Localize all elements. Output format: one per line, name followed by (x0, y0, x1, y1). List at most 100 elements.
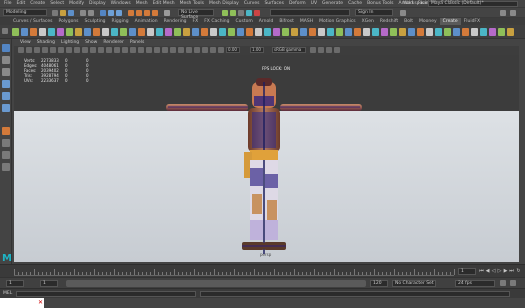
shelf-tab-arnold[interactable]: Arnold (256, 18, 277, 25)
shelf-tab-create[interactable]: Create (439, 18, 461, 25)
shelf-tab-motion-graphics[interactable]: Motion Graphics (316, 18, 359, 25)
shelf-tab-sculpting[interactable]: Sculpting (82, 18, 109, 25)
shelf-tab-fluidfx[interactable]: FluidFX (461, 18, 483, 25)
rotate-tool-icon[interactable] (2, 92, 10, 100)
shelf-tab-bolt[interactable]: Bolt (401, 18, 416, 25)
shelf-tool-icon[interactable] (507, 28, 514, 36)
outliner-layout-icon[interactable] (2, 163, 10, 171)
menu-windows[interactable]: Windows (111, 1, 131, 6)
viewport-tool-icon[interactable] (58, 47, 64, 53)
select-object-icon[interactable] (108, 10, 114, 16)
play-forwards-icon[interactable]: ▷ (497, 268, 502, 274)
step-forward-icon[interactable]: ▶ (503, 268, 508, 274)
shelf-tab-xgen[interactable]: XGen (359, 18, 377, 25)
shelf-tool-icon[interactable] (129, 28, 136, 36)
select-tool-icon[interactable] (2, 44, 10, 52)
soft-select-icon[interactable] (2, 127, 10, 135)
shelf-tool-icon[interactable] (300, 28, 307, 36)
shelf-tool-icon[interactable] (372, 28, 379, 36)
shelf-tool-icon[interactable] (444, 28, 451, 36)
shelf-tool-icon[interactable] (147, 28, 154, 36)
shelf-tool-icon[interactable] (219, 28, 226, 36)
select-hierarchy-icon[interactable] (100, 10, 106, 16)
shelf-tab-redshift[interactable]: Redshift (377, 18, 401, 25)
open-scene-icon[interactable] (60, 10, 66, 16)
shelf-tab-mooney[interactable]: Mooney (416, 18, 440, 25)
viewport-tool-icon[interactable] (210, 47, 216, 53)
shelf-tool-icon[interactable] (30, 28, 37, 36)
single-view-layout-icon[interactable] (2, 139, 10, 147)
shelf-tool-icon[interactable] (237, 28, 244, 36)
shelf-tool-icon[interactable] (453, 28, 460, 36)
gamma-field[interactable]: 1.00 (250, 47, 264, 53)
shelf-tool-icon[interactable] (273, 28, 280, 36)
shelf-tab-fx-caching[interactable]: FX Caching (201, 18, 232, 25)
viewport-menu-renderer[interactable]: Renderer (103, 39, 124, 46)
viewport-panel[interactable]: View Shading Lighting Show Renderer Panels 0.… (14, 39, 519, 262)
animation-start-field[interactable]: 1 (6, 280, 24, 287)
menu-mesh-tools[interactable]: Mesh Tools (180, 1, 204, 6)
command-input[interactable] (16, 291, 196, 297)
viewport-tool-icon[interactable] (34, 47, 40, 53)
viewport-tool-icon[interactable] (146, 47, 152, 53)
auto-key-icon[interactable] (500, 280, 506, 286)
toggle-attribute-editor-icon[interactable] (500, 10, 506, 16)
shelf-tool-icon[interactable] (93, 28, 100, 36)
shelf-tab-animation[interactable]: Animation (132, 18, 161, 25)
viewport-menu-panels[interactable]: Panels (130, 39, 144, 46)
shelf-tab-curves-surfaces[interactable]: Curves / Surfaces (10, 18, 56, 25)
viewport-tool-icon[interactable] (154, 47, 160, 53)
sign-in-button[interactable]: Sign In (355, 9, 393, 16)
viewport-tool-icon[interactable] (114, 47, 120, 53)
hypershade-icon[interactable] (246, 10, 252, 16)
time-slider[interactable]: 1 ⏮ ◀ ◁ ▷ ▶ ⏭ ↻ (0, 264, 525, 277)
move-tool-icon[interactable] (2, 80, 10, 88)
select-component-icon[interactable] (116, 10, 122, 16)
shelf-tool-icon[interactable] (264, 28, 271, 36)
menu-bonus-tools[interactable]: Bonus Tools (367, 1, 393, 6)
viewport-tool-icon[interactable] (26, 47, 32, 53)
shelf-tab-rendering[interactable]: Rendering (161, 18, 190, 25)
viewport-tool-icon[interactable] (318, 47, 324, 53)
shelf-tool-icon[interactable] (381, 28, 388, 36)
viewport-tool-icon[interactable] (66, 47, 72, 53)
shelf-tool-icon[interactable] (282, 28, 289, 36)
viewport-menu-lighting[interactable]: Lighting (61, 39, 79, 46)
menu-file[interactable]: File (4, 1, 12, 6)
viewport-tool-icon[interactable] (310, 47, 316, 53)
shelf-tool-icon[interactable] (183, 28, 190, 36)
snap-curve-icon[interactable] (136, 10, 142, 16)
toggle-channel-box-icon[interactable] (510, 10, 516, 16)
current-frame-field[interactable]: 1 (458, 268, 476, 275)
shelf-tool-icon[interactable] (102, 28, 109, 36)
shelf-tool-icon[interactable] (318, 28, 325, 36)
shelf-tool-icon[interactable] (426, 28, 433, 36)
shelf-tool-icon[interactable] (228, 28, 235, 36)
exposure-field[interactable]: 0.00 (226, 47, 240, 53)
construction-history-icon[interactable] (164, 10, 170, 16)
shelf-tab-bifrost[interactable]: Bifrost (276, 18, 297, 25)
viewport-tool-icon[interactable] (202, 47, 208, 53)
menu-cache[interactable]: Cache (348, 1, 362, 6)
four-view-layout-icon[interactable] (2, 151, 10, 159)
playback-start-field[interactable]: 1 (40, 280, 58, 287)
shelf-tool-icon[interactable] (345, 28, 352, 36)
shelf-tab-fx[interactable]: FX (190, 18, 202, 25)
shelf-tool-icon[interactable] (57, 28, 64, 36)
shelf-tool-icon[interactable] (165, 28, 172, 36)
shelf-tool-icon[interactable] (84, 28, 91, 36)
shelf-tool-icon[interactable] (417, 28, 424, 36)
shelf-tool-icon[interactable] (39, 28, 46, 36)
live-surface-button[interactable]: No Live Surface (178, 9, 214, 20)
shelf-tab-custom[interactable]: Custom (233, 18, 256, 25)
menu-surfaces[interactable]: Surfaces (264, 1, 284, 6)
menu-mesh-display[interactable]: Mesh Display (209, 1, 239, 6)
menu-mesh[interactable]: Mesh (136, 1, 148, 6)
viewport-tool-icon[interactable] (138, 47, 144, 53)
playback-end-field[interactable]: 120 (370, 280, 388, 287)
shelf-tool-icon[interactable] (210, 28, 217, 36)
character-set-select[interactable]: No Character Set (392, 280, 436, 287)
viewport-tool-icon[interactable] (218, 47, 224, 53)
time-ruler[interactable] (14, 267, 455, 276)
viewport-tool-icon[interactable] (186, 47, 192, 53)
